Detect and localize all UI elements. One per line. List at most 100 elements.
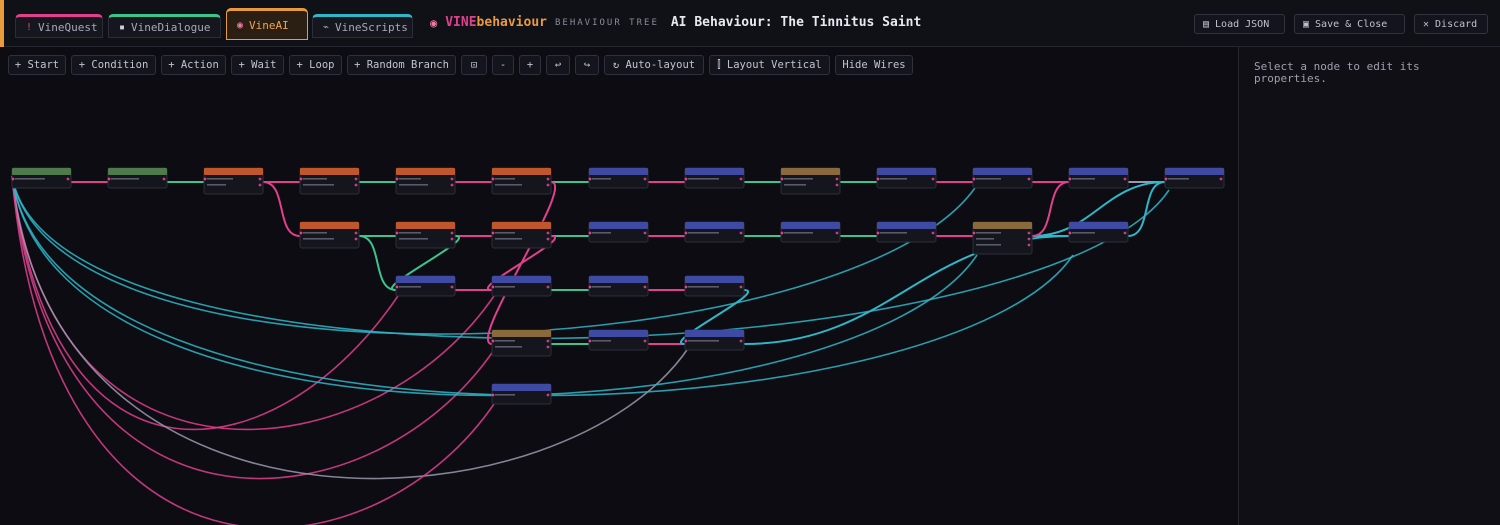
action-node[interactable]: [491, 383, 552, 405]
zoom-in-button[interactable]: +: [519, 55, 541, 75]
input-port[interactable]: [588, 177, 592, 181]
output-port[interactable]: [66, 177, 70, 181]
output-port[interactable]: [931, 231, 935, 235]
output-port[interactable]: [1219, 177, 1223, 181]
output-port[interactable]: [162, 177, 166, 181]
output-port[interactable]: [546, 231, 550, 235]
undo-button[interactable]: ↩: [546, 55, 570, 75]
output-port[interactable]: [1123, 231, 1127, 235]
input-port[interactable]: [1164, 177, 1168, 181]
action-node[interactable]: [491, 275, 552, 297]
add-random-branch-button[interactable]: + Random Branch: [347, 55, 456, 75]
output-port[interactable]: [450, 177, 454, 181]
output-port[interactable]: [546, 177, 550, 181]
add-start-button[interactable]: + Start: [8, 55, 66, 75]
save-close-button[interactable]: ▣ Save & Close: [1294, 14, 1405, 34]
output-port[interactable]: [643, 177, 647, 181]
wire[interactable]: [262, 181, 301, 237]
input-port[interactable]: [395, 285, 399, 289]
output-port[interactable]: [835, 183, 839, 187]
input-port[interactable]: [395, 231, 399, 235]
input-port[interactable]: [491, 339, 495, 343]
input-port[interactable]: [491, 231, 495, 235]
output-port[interactable]: [643, 339, 647, 343]
output-port[interactable]: [739, 285, 743, 289]
random-node[interactable]: [780, 167, 841, 195]
hide-wires-button[interactable]: Hide Wires: [835, 55, 913, 75]
action-node[interactable]: [1068, 167, 1129, 189]
output-port[interactable]: [354, 183, 358, 187]
input-port[interactable]: [972, 231, 976, 235]
action-node[interactable]: [1164, 167, 1225, 189]
output-port[interactable]: [546, 183, 550, 187]
input-port[interactable]: [972, 177, 976, 181]
output-port[interactable]: [546, 285, 550, 289]
condition-node[interactable]: [203, 167, 264, 195]
action-node[interactable]: [684, 275, 745, 297]
discard-button[interactable]: ✕ Discard: [1414, 14, 1488, 34]
input-port[interactable]: [876, 231, 880, 235]
wire[interactable]: [358, 235, 397, 291]
output-port[interactable]: [546, 339, 550, 343]
random-node[interactable]: [491, 329, 552, 357]
output-port[interactable]: [931, 177, 935, 181]
redo-button[interactable]: ↪: [575, 55, 599, 75]
input-port[interactable]: [491, 285, 495, 289]
condition-node[interactable]: [395, 221, 456, 249]
action-node[interactable]: [588, 275, 649, 297]
output-port[interactable]: [739, 339, 743, 343]
wire[interactable]: [11, 175, 497, 480]
input-port[interactable]: [780, 177, 784, 181]
condition-node[interactable]: [491, 167, 552, 195]
action-node[interactable]: [588, 329, 649, 351]
condition-node[interactable]: [299, 221, 360, 249]
tab-vinedialogue[interactable]: ▪ VineDialogue: [108, 14, 221, 38]
action-node[interactable]: [684, 329, 745, 351]
output-port[interactable]: [450, 285, 454, 289]
input-port[interactable]: [1068, 177, 1072, 181]
start-node[interactable]: [107, 167, 168, 189]
input-port[interactable]: [588, 285, 592, 289]
add-condition-button[interactable]: + Condition: [71, 55, 156, 75]
fit-view-button[interactable]: ⊡: [461, 55, 487, 75]
node-canvas[interactable]: [0, 47, 1238, 525]
input-port[interactable]: [299, 177, 303, 181]
action-node[interactable]: [876, 167, 937, 189]
output-port[interactable]: [643, 231, 647, 235]
input-port[interactable]: [491, 177, 495, 181]
output-port[interactable]: [258, 177, 262, 181]
condition-node[interactable]: [395, 167, 456, 195]
tab-vinescripts[interactable]: ⌁ VineScripts: [312, 14, 413, 38]
behaviour-graph[interactable]: [0, 47, 1238, 525]
load-json-button[interactable]: ▤ Load JSON: [1194, 14, 1285, 34]
output-port[interactable]: [1027, 237, 1031, 241]
action-node[interactable]: [588, 167, 649, 189]
output-port[interactable]: [546, 393, 550, 397]
input-port[interactable]: [1068, 231, 1072, 235]
condition-node[interactable]: [299, 167, 360, 195]
wire[interactable]: [11, 175, 978, 335]
tab-vineai[interactable]: ◉ VineAI: [226, 8, 308, 40]
layout-vertical-button[interactable]: ⫿ Layout Vertical: [709, 55, 830, 75]
action-node[interactable]: [972, 167, 1033, 189]
auto-layout-button[interactable]: ↻ Auto-layout: [604, 55, 704, 75]
action-node[interactable]: [588, 221, 649, 243]
input-port[interactable]: [588, 231, 592, 235]
output-port[interactable]: [835, 231, 839, 235]
output-port[interactable]: [1123, 177, 1127, 181]
output-port[interactable]: [546, 237, 550, 241]
input-port[interactable]: [684, 177, 688, 181]
input-port[interactable]: [684, 231, 688, 235]
input-port[interactable]: [876, 177, 880, 181]
wire[interactable]: [1127, 181, 1166, 237]
wire[interactable]: [11, 175, 1170, 340]
action-node[interactable]: [876, 221, 937, 243]
add-action-button[interactable]: + Action: [161, 55, 226, 75]
action-node[interactable]: [684, 167, 745, 189]
wire[interactable]: [1031, 181, 1070, 237]
start-node[interactable]: [11, 167, 72, 189]
tab-vinequest[interactable]: ! VineQuest: [15, 14, 103, 38]
output-port[interactable]: [354, 231, 358, 235]
action-node[interactable]: [684, 221, 745, 243]
output-port[interactable]: [739, 231, 743, 235]
